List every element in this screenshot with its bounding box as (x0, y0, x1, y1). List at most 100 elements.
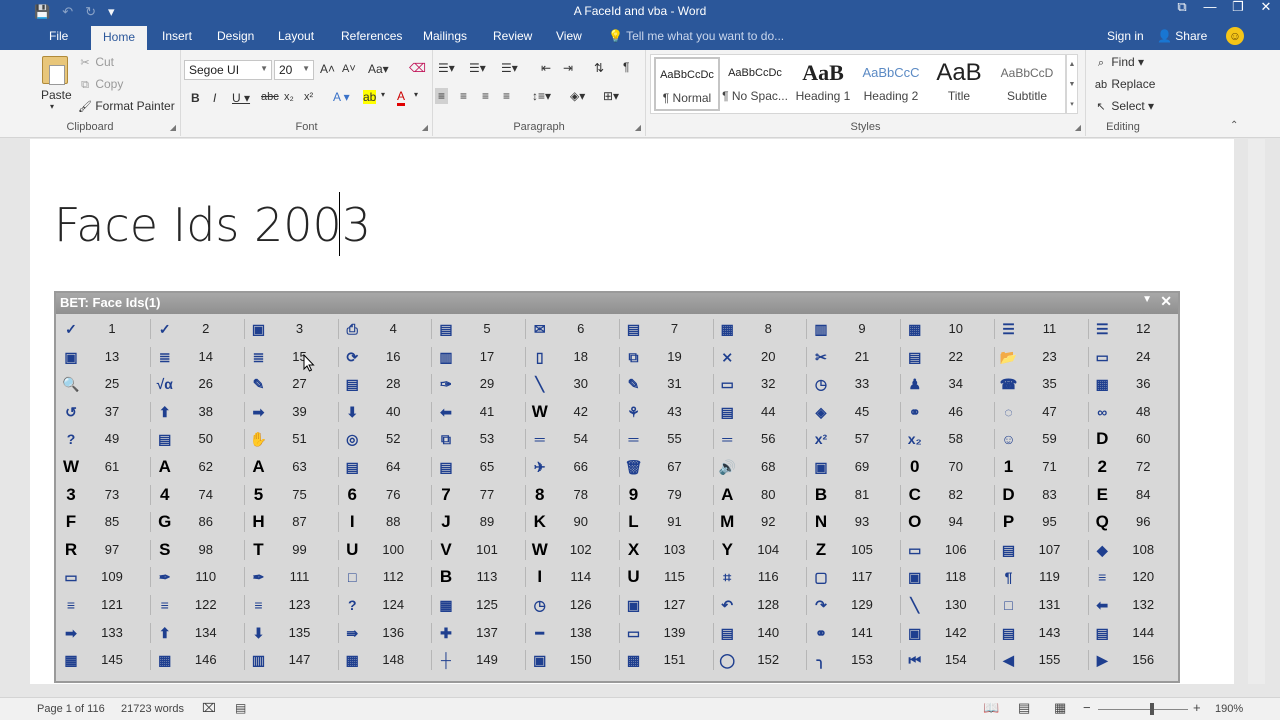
face-id-button[interactable]: ▦ 36 (1089, 371, 1178, 397)
face-id-button[interactable]: ⬆ 38 (152, 399, 246, 425)
face-id-button[interactable]: ≣ 15 (246, 344, 340, 370)
face-id-button[interactable]: ◯ 152 (714, 647, 808, 673)
dialog-launcher-icon[interactable]: ◢ (635, 123, 641, 132)
face-id-button[interactable]: ▦ 151 (621, 647, 715, 673)
face-id-button[interactable]: 3 73 (58, 482, 152, 508)
face-id-button[interactable]: ⬆ 134 (152, 620, 246, 646)
align-right-icon[interactable]: ≡ (482, 89, 489, 103)
face-id-button[interactable]: ✎ 27 (246, 371, 340, 397)
superscript-icon[interactable]: x² (304, 91, 313, 103)
face-id-button[interactable]: ▯ 18 (527, 344, 621, 370)
face-id-button[interactable]: 🗑 67 (621, 454, 715, 480)
face-id-button[interactable]: ✉ 6 (527, 316, 621, 342)
cut-button[interactable]: ✂ Cut (78, 55, 114, 69)
tab-mailings[interactable]: Mailings (423, 29, 467, 43)
face-id-button[interactable]: ♟ 34 (902, 371, 996, 397)
face-id-button[interactable]: ▦ 10 (902, 316, 996, 342)
face-id-button[interactable]: B 113 (433, 564, 527, 590)
style-heading-2[interactable]: AaBbCcC Heading 2 (858, 57, 924, 111)
paste-dropdown-icon[interactable]: ▾ (50, 102, 54, 111)
show-formatting-marks-icon[interactable]: ¶ (623, 60, 629, 74)
page-count[interactable]: Page 1 of 116 (37, 703, 105, 715)
sort-icon[interactable]: ⇅ (594, 61, 604, 75)
style-subtitle[interactable]: AaBbCcD Subtitle (994, 57, 1060, 111)
text-effects-icon[interactable]: A ▾ (333, 90, 350, 104)
face-id-button[interactable]: U 100 (339, 537, 433, 563)
font-color-icon[interactable]: A (397, 89, 406, 106)
dialog-launcher-icon[interactable]: ◢ (1075, 123, 1081, 132)
face-id-button[interactable]: ⨯ 20 (714, 344, 808, 370)
face-id-button[interactable]: B 81 (808, 482, 902, 508)
face-id-button[interactable]: A 80 (714, 482, 808, 508)
zoom-level[interactable]: 190% (1215, 703, 1243, 715)
face-id-button[interactable]: ✓ 1 (58, 316, 152, 342)
face-id-button[interactable]: □ 112 (339, 564, 433, 590)
toolbar-title-bar[interactable]: BET: Face Ids(1) ▼ ✕ (56, 293, 1178, 314)
clear-formatting-icon[interactable]: ⌫ (409, 61, 426, 75)
dialog-launcher-icon[interactable]: ◢ (422, 123, 428, 132)
toolbar-close-icon[interactable]: ✕ (1160, 293, 1172, 310)
face-id-button[interactable]: L 91 (621, 509, 715, 535)
face-id-button[interactable]: 0 70 (902, 454, 996, 480)
face-id-button[interactable]: ═ 54 (527, 426, 621, 452)
face-id-button[interactable]: ▦ 146 (152, 647, 246, 673)
face-id-button[interactable]: 4 74 (152, 482, 246, 508)
style-title[interactable]: AaB Title (926, 57, 992, 111)
face-id-button[interactable]: ▭ 24 (1089, 344, 1178, 370)
face-id-button[interactable]: □ 131 (996, 592, 1090, 618)
face-id-button[interactable]: K 90 (527, 509, 621, 535)
tab-file[interactable]: File (49, 29, 68, 43)
close-icon[interactable]: ✕ (1252, 0, 1280, 24)
face-id-button[interactable]: ✂ 21 (808, 344, 902, 370)
face-id-button[interactable]: 9 79 (621, 482, 715, 508)
face-id-button[interactable]: H 87 (246, 509, 340, 535)
face-id-button[interactable]: ▦ 125 (433, 592, 527, 618)
face-id-button[interactable]: ▦ 145 (58, 647, 152, 673)
face-id-button[interactable]: ? 124 (339, 592, 433, 618)
face-id-button[interactable]: ▤ 64 (339, 454, 433, 480)
highlight-dropdown-icon[interactable]: ▾ (381, 90, 385, 99)
face-id-button[interactable]: W 102 (527, 537, 621, 563)
face-id-button[interactable]: Q 96 (1089, 509, 1178, 535)
line-spacing-icon[interactable]: ↕≡▾ (532, 89, 551, 103)
change-case-icon[interactable]: Aa▾ (368, 62, 389, 76)
face-id-button[interactable]: ≣ 14 (152, 344, 246, 370)
face-id-button[interactable]: Z 105 (808, 537, 902, 563)
face-id-button[interactable]: ✓ 2 (152, 316, 246, 342)
bullets-icon[interactable]: ☰▾ (438, 61, 455, 75)
face-id-button[interactable]: ⚭ 141 (808, 620, 902, 646)
face-id-button[interactable]: ◷ 126 (527, 592, 621, 618)
face-id-button[interactable]: ⧉ 19 (621, 344, 715, 370)
face-id-button[interactable]: ⚭ 46 (902, 399, 996, 425)
face-id-button[interactable]: ✋ 51 (246, 426, 340, 452)
face-id-button[interactable]: ◈ 45 (808, 399, 902, 425)
face-id-button[interactable]: S 98 (152, 537, 246, 563)
increase-indent-icon[interactable]: ⇥ (563, 61, 573, 75)
numbering-icon[interactable]: ☰▾ (469, 61, 486, 75)
align-left-icon[interactable]: ≡ (435, 88, 449, 104)
tab-layout[interactable]: Layout (278, 29, 314, 43)
tab-references[interactable]: References (341, 29, 402, 43)
zoom-in-button[interactable]: + (1193, 700, 1201, 715)
face-id-button[interactable]: ◀ 155 (996, 647, 1090, 673)
face-id-button[interactable]: ▥ 17 (433, 344, 527, 370)
face-id-button[interactable]: X 103 (621, 537, 715, 563)
feedback-smiley-icon[interactable]: ☺ (1226, 27, 1244, 45)
face-id-button[interactable]: ➡ 133 (58, 620, 152, 646)
ribbon-display-options-icon[interactable]: ⧉ (1168, 0, 1196, 24)
font-color-dropdown-icon[interactable]: ▾ (414, 90, 418, 99)
face-id-button[interactable]: ▥ 9 (808, 316, 902, 342)
face-id-button[interactable]: 8 78 (527, 482, 621, 508)
format-painter-button[interactable]: 🖌 Format Painter (78, 99, 175, 113)
face-id-button[interactable]: ═ 55 (621, 426, 715, 452)
face-id-button[interactable]: ? 49 (58, 426, 152, 452)
face-id-button[interactable]: T 99 (246, 537, 340, 563)
face-id-button[interactable]: ☺ 59 (996, 426, 1090, 452)
face-id-button[interactable]: ↶ 128 (714, 592, 808, 618)
copy-button[interactable]: ⧉ Copy (78, 77, 123, 92)
face-id-button[interactable]: ▤ 144 (1089, 620, 1178, 646)
strikethrough-icon[interactable]: abc (261, 91, 279, 103)
face-id-button[interactable]: ⬅ 132 (1089, 592, 1178, 618)
styles-scroll[interactable]: ▲ ▼ ▾ (1066, 54, 1078, 114)
face-id-button[interactable]: I 114 (527, 564, 621, 590)
